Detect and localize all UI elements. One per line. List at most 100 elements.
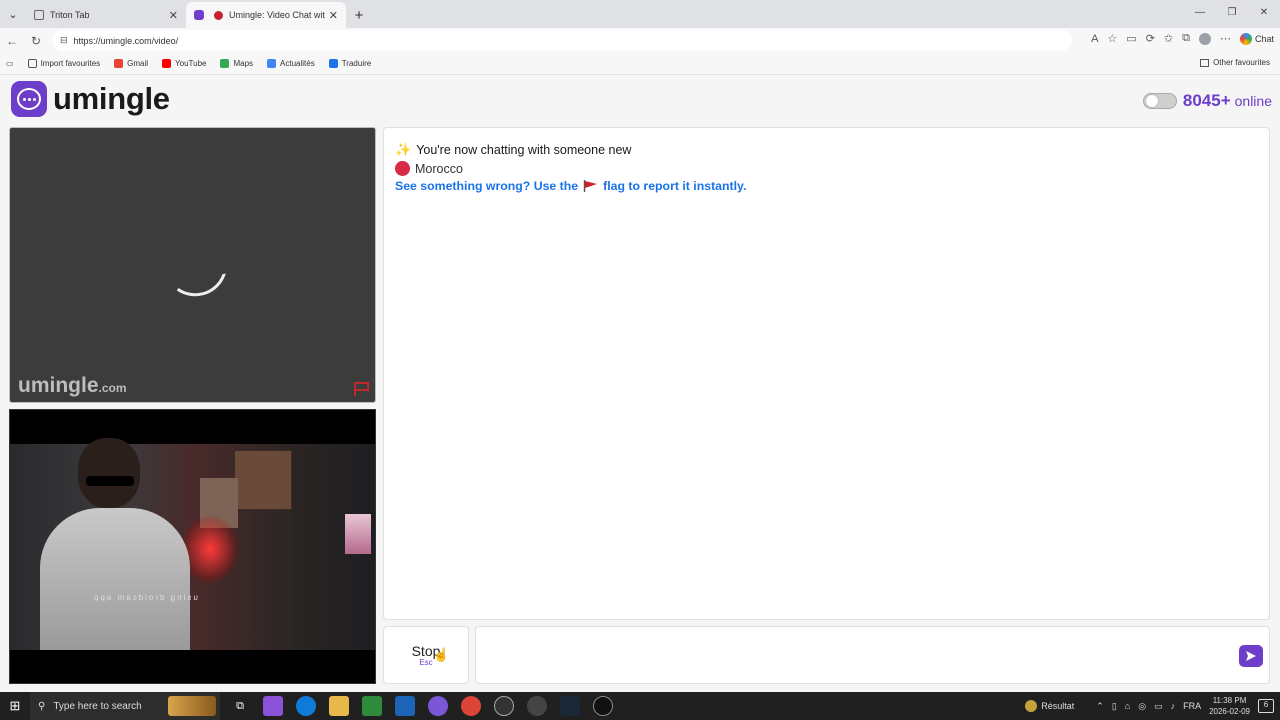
language-indicator[interactable]: FRA [1183,701,1201,711]
send-button[interactable] [1239,645,1263,667]
steam-icon[interactable] [560,696,580,716]
chat-bubble-icon [11,81,47,117]
close-icon[interactable]: ✕ [169,9,178,22]
reload-icon[interactable]: ↻ [24,34,48,48]
notification-count[interactable]: 6 [1258,699,1274,713]
refresh-extension-icon[interactable]: ⟳ [1146,32,1155,45]
favorites-icon[interactable]: ✩ [1164,32,1173,45]
report-hint: See something wrong? Use the flag to rep… [395,179,747,193]
url-field[interactable]: ⊟ https://umingle.com/video/ [52,30,1072,51]
app-icon[interactable] [527,696,547,716]
message-input[interactable] [486,643,1226,667]
windows-taskbar: ⊞ ⚲ Type here to search ⧉ Résultat ⌃ ▯ ⌂… [0,692,1280,720]
youtube-icon [162,59,172,68]
sparkle-icon: ✨ [395,142,412,157]
chat-app-icon[interactable] [428,696,448,716]
address-bar-row: ← ↻ ⊟ https://umingle.com/video/ A ☆ ▭ ⟳… [0,28,1280,53]
video-watermark: umingle.com [18,374,127,397]
stop-shortcut: Esc [419,658,433,667]
bookmark-gmail[interactable]: Gmail [114,59,148,68]
message-box [475,626,1270,684]
wall-poster [234,450,292,510]
tab-title: Umingle: Video Chat with Stra [229,10,325,20]
self-video: using droidcam app [9,409,376,684]
send-icon [1246,651,1256,661]
browser-toolbar: A ☆ ▭ ⟳ ✩ ⧉ ⋯ Chat [1091,32,1274,45]
bookmark-import-favourites[interactable]: Import favourites [27,59,100,68]
online-count: 8045+ [1182,91,1231,110]
sidebar-toggle-icon[interactable]: ▭ [6,59,14,68]
recording-dot-icon [214,10,223,20]
collections-icon[interactable]: ⧉ [1182,32,1190,45]
split-screen-icon[interactable]: ▭ [1126,32,1136,45]
search-highlight-image [168,696,216,716]
news-icon [267,59,277,68]
favorite-star-icon[interactable]: ☆ [1107,32,1117,45]
tab-triton[interactable]: Triton Tab ✕ [26,2,186,28]
gmail-icon [114,59,124,68]
chat-panel: ✨ You're now chatting with someone new M… [383,127,1270,620]
bookmark-maps[interactable]: Maps [220,59,253,68]
edge-icon[interactable] [296,696,316,716]
report-flag-icon[interactable] [353,381,371,397]
online-indicator: 8045+ online [1142,91,1272,111]
site-info-icon[interactable]: ⊟ [60,35,68,46]
weather-widget[interactable]: Résultat [1025,700,1074,712]
umingle-logo[interactable]: umingle [11,81,170,117]
weather-icon [1025,700,1038,712]
stop-button[interactable]: Stop Esc ☝ [383,626,469,684]
app-icon[interactable] [593,696,613,716]
copilot-chat-button[interactable]: Chat [1239,32,1274,45]
profile-avatar[interactable] [1198,32,1211,45]
network-icon[interactable]: ⌂ [1125,701,1130,711]
logo-text: umingle [53,81,170,116]
tab-title: Triton Tab [50,10,90,20]
maps-icon [220,59,230,68]
theme-toggle[interactable] [1142,93,1177,109]
display-icon[interactable]: ▭ [1154,701,1163,712]
more-icon[interactable]: ⋯ [1220,32,1231,45]
maximize-icon[interactable]: ❐ [1216,0,1248,28]
new-tab-button[interactable]: + [346,2,372,28]
obs-icon[interactable] [494,696,514,716]
chevron-up-icon[interactable]: ⌃ [1096,701,1104,712]
windows-start-icon[interactable]: ⊞ [0,698,30,714]
system-message-new-chat: ✨ You're now chatting with someone new [395,142,632,157]
mail-icon[interactable] [395,696,415,716]
umingle-page: umingle 8045+ online umingle.com using d… [0,75,1280,692]
umingle-icon [194,10,204,20]
user-webcam-person [40,438,190,650]
volume-icon[interactable]: ♪ [1171,701,1176,711]
system-tray: Résultat ⌃ ▯ ⌂ ◎ ▭ ♪ FRA 11:38 PM 2026-0… [1025,692,1280,720]
loading-spinner-icon [163,258,233,302]
morocco-flag-icon [395,161,410,176]
close-window-icon[interactable]: ✕ [1248,0,1280,28]
chrome-icon[interactable] [461,696,481,716]
copilot-app-icon[interactable] [263,696,283,716]
store-icon[interactable] [362,696,382,716]
clock[interactable]: 11:38 PM 2026-02-09 [1209,695,1250,717]
read-aloud-icon[interactable]: A [1091,33,1098,45]
translate-icon [328,59,338,68]
other-favourites[interactable]: Other favourites [1200,58,1270,67]
stranger-video: umingle.com [9,127,376,403]
battery-icon[interactable]: ▯ [1112,701,1117,712]
task-view-icon[interactable]: ⧉ [230,696,250,716]
tab-umingle[interactable]: Umingle: Video Chat with Stra ✕ [186,2,346,28]
bookmark-youtube[interactable]: YouTube [162,59,206,68]
bookmark-traduire[interactable]: Traduire [328,59,371,68]
stranger-country: Morocco [395,161,463,176]
minimize-icon[interactable]: — [1184,0,1216,28]
back-arrow-icon[interactable]: ← [0,34,24,48]
file-explorer-icon[interactable] [329,696,349,716]
mic-icon[interactable]: ◎ [1138,701,1146,712]
bookmark-actualites[interactable]: Actualités [267,59,315,68]
browser-tab-strip: ⌄ Triton Tab ✕ Umingle: Video Chat with … [0,0,1280,28]
droidcam-caption: using droidcam app [92,593,198,602]
search-placeholder: Type here to search [53,700,142,712]
red-flag-icon [583,180,598,192]
tab-list-menu-button[interactable]: ⌄ [0,0,26,28]
copilot-icon [1239,32,1252,45]
taskbar-search[interactable]: ⚲ Type here to search [30,692,220,720]
close-icon[interactable]: ✕ [329,9,338,22]
